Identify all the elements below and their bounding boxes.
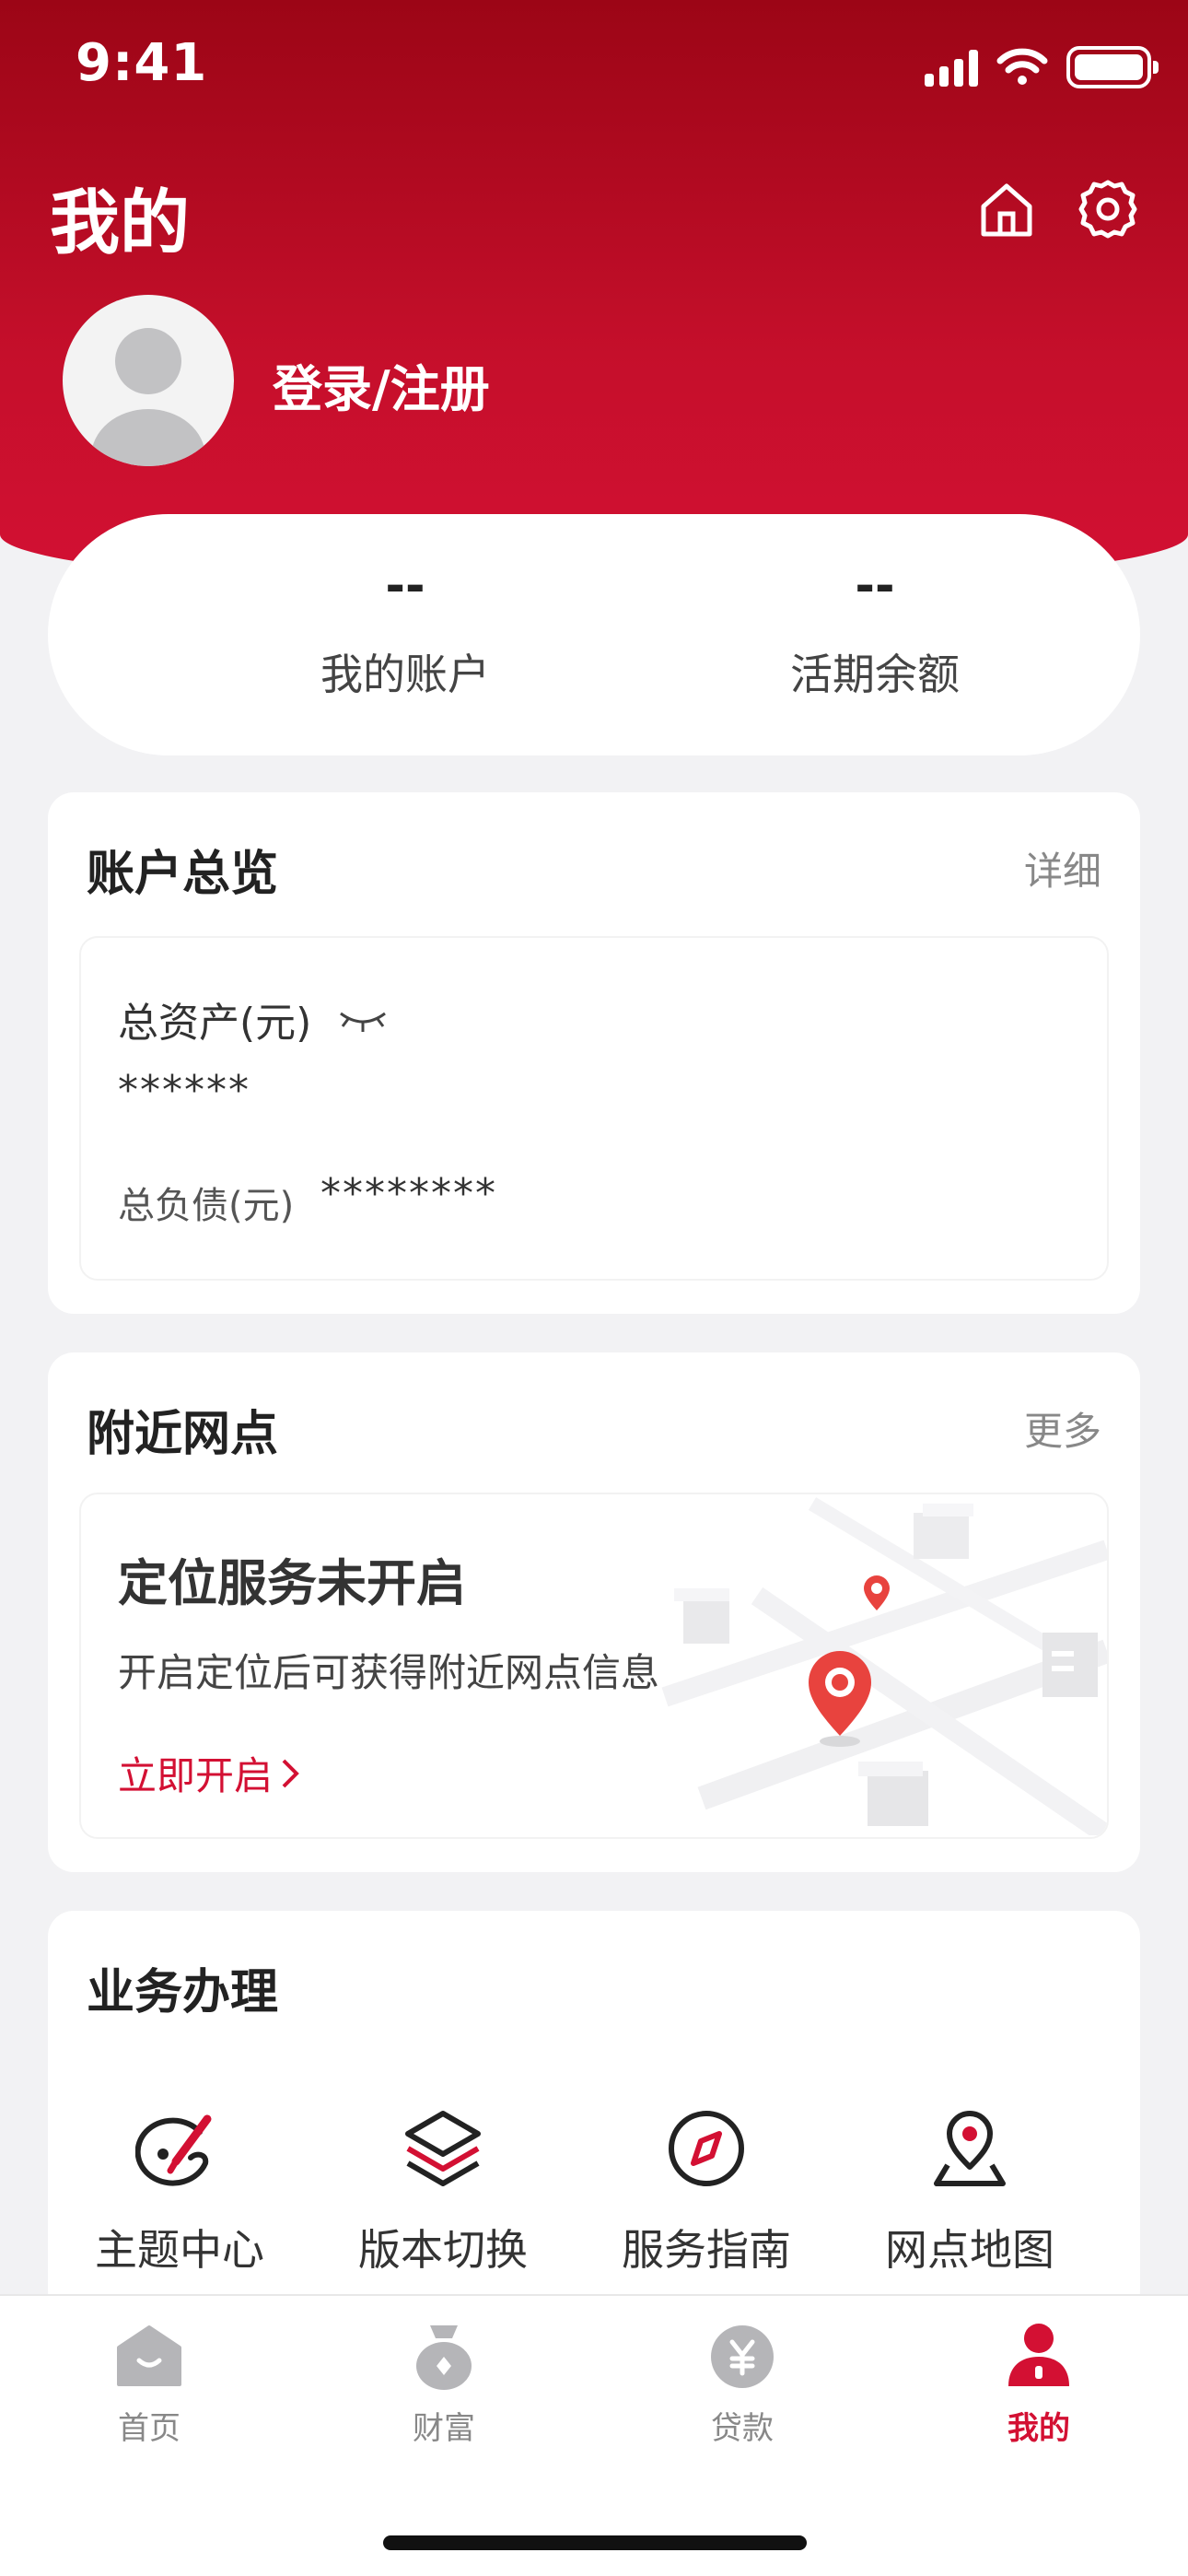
map-pin-icon [934, 2111, 1006, 2186]
compass-icon [669, 2111, 744, 2186]
home-icon[interactable] [974, 177, 1039, 241]
wealth-tab-icon [416, 2325, 472, 2390]
service-guide[interactable]: 服务指南 [575, 2104, 838, 2277]
current-balance-value: -- [855, 558, 895, 614]
current-balance-stat[interactable]: -- 活期余额 [691, 558, 1059, 702]
tab-label: 首页 [118, 2410, 181, 2447]
chevron-right-icon [282, 1759, 299, 1787]
tab-loan[interactable]: 贷款 [641, 2320, 844, 2448]
signal-icon [925, 48, 978, 87]
my-accounts-value: -- [385, 558, 425, 614]
asset-summary-box: 总资产(元) ****** 总负债(元) ******** [79, 936, 1109, 1281]
status-bar: 9:41 [0, 0, 1188, 138]
tab-label: 贷款 [711, 2410, 774, 2447]
service-version-switch[interactable]: 版本切换 [311, 2104, 575, 2277]
bottom-tab-bar: 首页 财富 贷款 我的 [0, 2294, 1188, 2576]
location-service-description: 开启定位后可获得附近网点信息 [118, 1650, 660, 1695]
total-assets-value: ****** [118, 1067, 250, 1114]
service-branch-map[interactable]: 网点地图 [838, 2104, 1101, 2277]
total-debt-value: ******** [320, 1170, 497, 1217]
services-card: 业务办理 主题中心 版本切换 服务指南 网点地图 [48, 1911, 1140, 2316]
wifi-icon [996, 48, 1048, 85]
services-title: 业务办理 [87, 1965, 279, 2020]
tab-label: 财富 [413, 2410, 475, 2447]
location-disabled-box: 定位服务未开启 开启定位后可获得附近网点信息 立即开启 [79, 1493, 1109, 1839]
nearby-branches-title: 附近网点 [87, 1407, 279, 1462]
nearby-branches-more-link[interactable]: 更多 [1024, 1400, 1101, 1457]
home-indicator [383, 2535, 807, 2550]
total-debt-label: 总负债(元) [118, 1185, 295, 1227]
page-title: 我的 [50, 181, 190, 263]
current-balance-label: 活期余额 [790, 650, 960, 699]
home-tab-icon [117, 2325, 181, 2386]
settings-gear-icon[interactable] [1076, 177, 1140, 241]
login-register-link[interactable]: 登录/注册 [273, 348, 490, 421]
eye-closed-icon[interactable] [337, 1006, 389, 1034]
tab-wealth[interactable]: 财富 [343, 2320, 545, 2448]
enable-location-link[interactable]: 立即开启 [118, 1745, 302, 1801]
nearby-branches-card: 附近网点 更多 定位服务未开启 开启定位后可获得附近网点信息 立即开启 [48, 1352, 1140, 1872]
my-accounts-stat[interactable]: -- 我的账户 [221, 558, 589, 702]
account-stats-card: -- 我的账户 -- 活期余额 [48, 514, 1140, 755]
user-silhouette-icon [91, 328, 205, 466]
avatar[interactable] [63, 295, 234, 466]
service-label: 主题中心 [95, 2225, 264, 2275]
loan-tab-icon [711, 2325, 774, 2388]
tab-label: 我的 [1007, 2410, 1070, 2447]
service-theme-center[interactable]: 主题中心 [48, 2104, 311, 2277]
status-time: 9:41 [76, 33, 208, 93]
service-label: 服务指南 [622, 2225, 791, 2275]
account-overview-card: 账户总览 详细 总资产(元) ****** 总负债(元) ******** [48, 792, 1140, 1314]
services-row: 主题中心 版本切换 服务指南 网点地图 [48, 2104, 1140, 2277]
tab-home[interactable]: 首页 [48, 2320, 250, 2448]
enable-location-label: 立即开启 [118, 1753, 274, 1798]
total-assets-label: 总资产(元) [118, 1000, 312, 1047]
layers-icon [405, 2111, 481, 2186]
map-illustration [661, 1497, 1107, 1835]
my-accounts-label: 我的账户 [320, 650, 490, 699]
service-label: 网点地图 [885, 2225, 1054, 2275]
mine-tab-icon [1008, 2324, 1069, 2386]
account-overview-detail-link[interactable]: 详细 [1024, 840, 1101, 896]
account-overview-title: 账户总览 [87, 847, 279, 902]
tab-mine[interactable]: 我的 [938, 2320, 1140, 2448]
service-label: 版本切换 [358, 2225, 528, 2275]
palette-icon [135, 2114, 212, 2186]
status-icons [925, 46, 1159, 88]
battery-icon [1066, 46, 1159, 88]
location-service-title: 定位服务未开启 [118, 1554, 466, 1612]
